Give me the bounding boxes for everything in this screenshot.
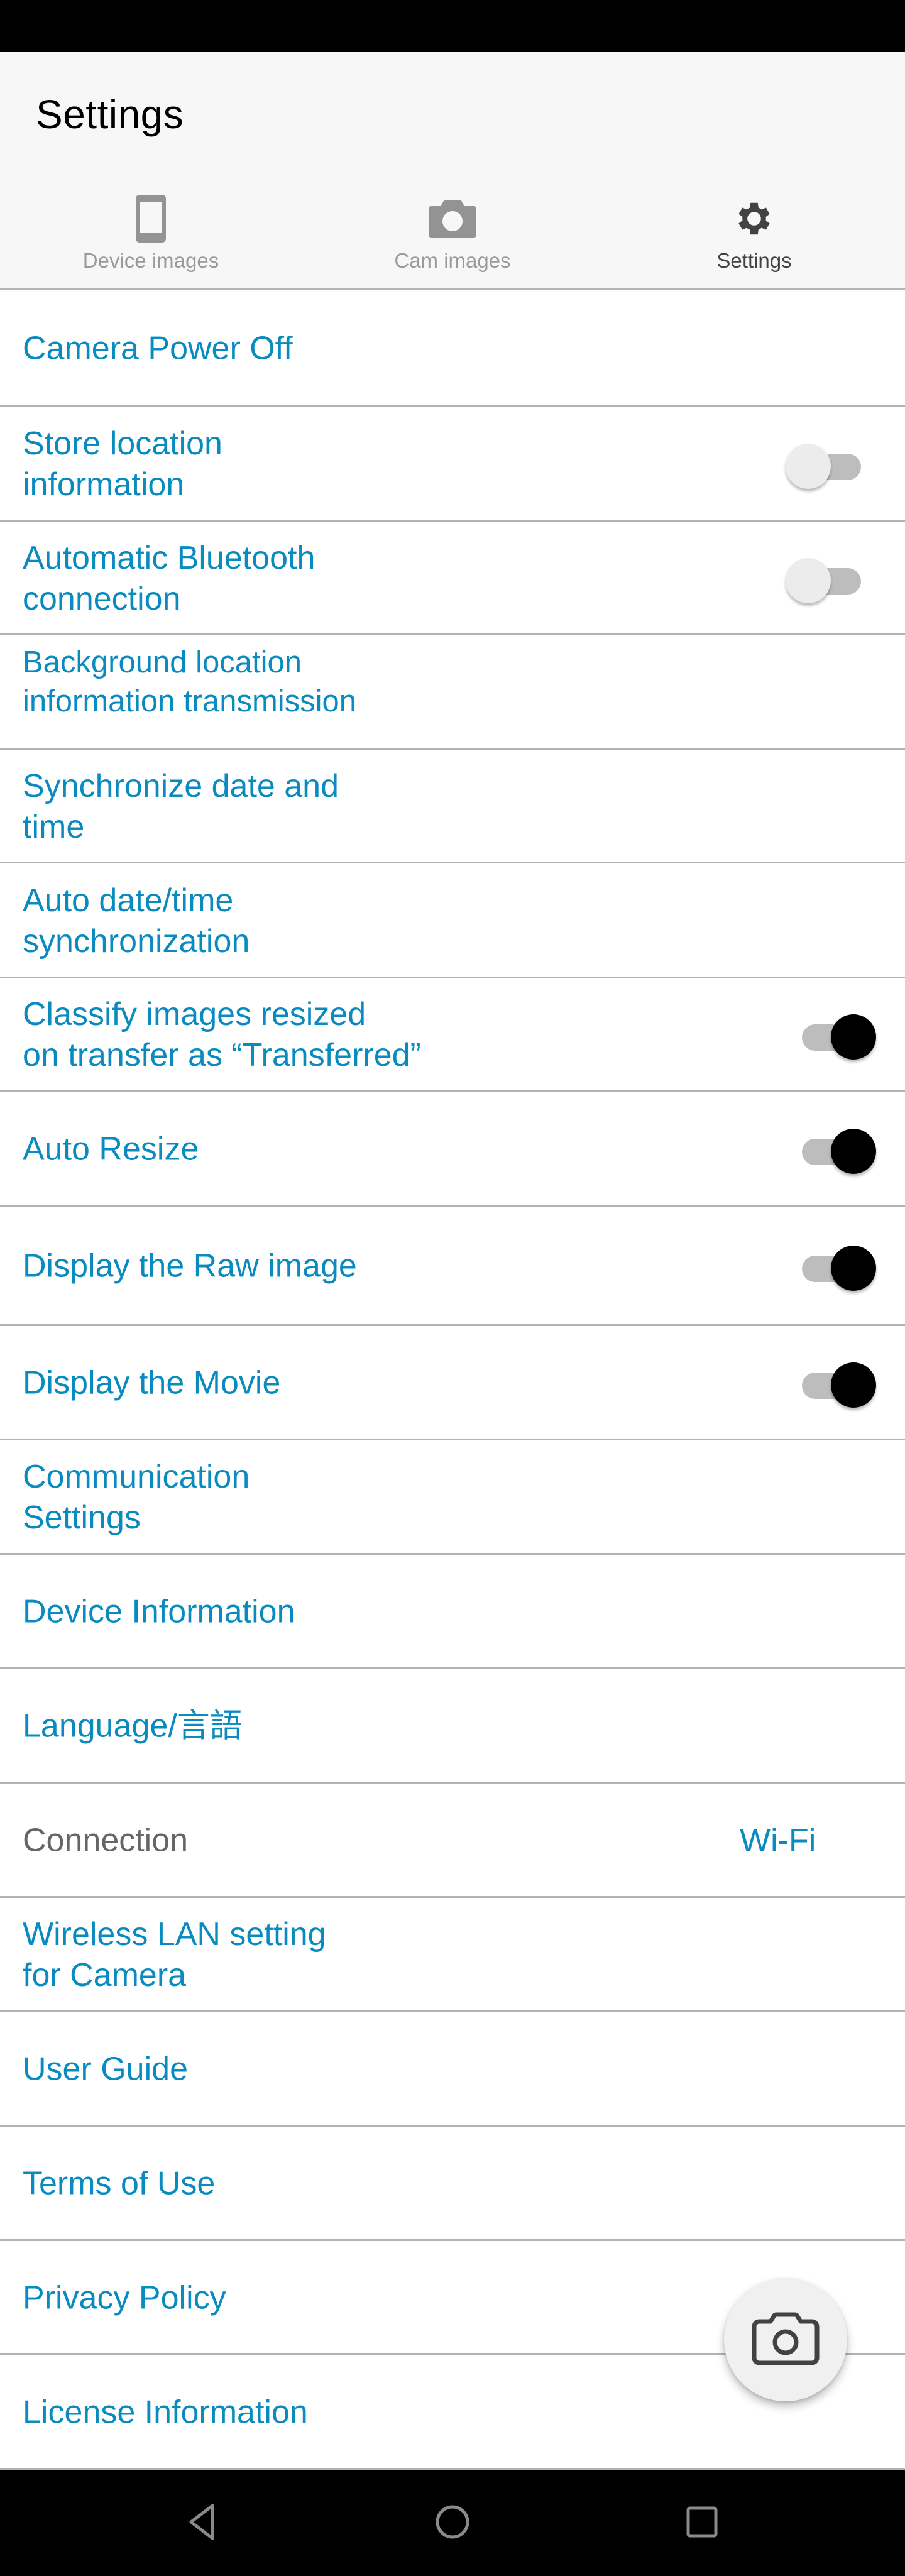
toggle-thumb [786, 443, 831, 489]
setting-label: Connection [23, 1822, 189, 1859]
setting-row-language[interactable]: Language/言語 [0, 1669, 905, 1784]
setting-row-classify-images-resized[interactable]: Classify images resized on transfer as “… [0, 978, 905, 1092]
system-navigation-bar [0, 2470, 905, 2576]
setting-label: Privacy Policy [23, 2279, 226, 2316]
toggle-thumb [831, 1362, 876, 1408]
setting-label: Terms of Use [23, 2165, 216, 2202]
setting-label: Store location information [23, 425, 222, 503]
tab-settings[interactable]: Settings [603, 184, 905, 288]
setting-row-connection[interactable]: Connection Wi-Fi [0, 1784, 905, 1898]
back-icon [187, 2503, 216, 2544]
setting-row-display-the-raw-image[interactable]: Display the Raw image [0, 1207, 905, 1326]
setting-label: Background location information transmis… [23, 645, 357, 718]
toggle-thumb [786, 557, 831, 603]
setting-row-device-information[interactable]: Device Information [0, 1555, 905, 1669]
setting-row-auto-date-time[interactable]: Auto date/time synchronization [0, 863, 905, 978]
home-icon [434, 2503, 471, 2544]
toggle-switch[interactable] [783, 1124, 876, 1175]
toggle-switch[interactable] [783, 554, 871, 604]
setting-row-terms-of-use[interactable]: Terms of Use [0, 2127, 905, 2241]
gear-icon [726, 190, 782, 247]
status-bar [0, 0, 905, 52]
toggle-thumb [831, 1128, 876, 1174]
setting-row-display-the-movie[interactable]: Display the Movie [0, 1326, 905, 1440]
setting-label: Classify images resized on transfer as “… [23, 996, 421, 1073]
tab-cam-images[interactable]: Cam images [302, 184, 603, 288]
recents-icon [686, 2506, 718, 2541]
toggle-thumb [831, 1246, 876, 1291]
setting-label: Language/言語 [23, 1707, 243, 1744]
app-header: Settings Device images Cam images Settin… [0, 52, 905, 290]
setting-label: Display the Raw image [23, 1247, 357, 1285]
tab-label: Settings [716, 249, 792, 272]
setting-label: Synchronize date and time [23, 768, 339, 845]
setting-row-store-location[interactable]: Store location information [0, 407, 905, 522]
setting-label: Camera Power Off [23, 330, 293, 366]
setting-row-user-guide[interactable]: User Guide [0, 2012, 905, 2127]
tab-label: Cam images [394, 249, 511, 272]
setting-label: User Guide [23, 2051, 188, 2087]
recents-button[interactable] [674, 2495, 730, 2551]
toggle-switch[interactable] [783, 1010, 876, 1060]
setting-row-camera-power-off[interactable]: Camera Power Off [0, 290, 905, 407]
toggle-thumb [831, 1014, 876, 1060]
setting-value: Wi-Fi [740, 1822, 816, 1859]
toggle-switch[interactable] [783, 439, 871, 490]
toggle-switch[interactable] [783, 1358, 876, 1408]
setting-row-communication[interactable]: Communication Settings [0, 1440, 905, 1555]
camera-outline-icon [751, 2311, 820, 2369]
phone-icon [123, 190, 179, 247]
setting-label: Device Information [23, 1593, 295, 1630]
setting-label: Communication Settings [23, 1459, 250, 1536]
setting-label: Automatic Bluetooth connection [23, 539, 315, 617]
setting-label: Auto date/time synchronization [23, 882, 250, 960]
page-title: Settings [36, 92, 184, 137]
setting-row-wireless-lan-setting[interactable]: Wireless LAN setting for Camera [0, 1898, 905, 2012]
setting-row-auto-resize[interactable]: Auto Resize [0, 1092, 905, 1207]
toggle-switch[interactable] [783, 1241, 876, 1291]
setting-label: Wireless LAN setting for Camera [23, 1916, 326, 1993]
tab-device-images[interactable]: Device images [0, 184, 302, 288]
home-button[interactable] [424, 2495, 481, 2551]
setting-row-synchronize-date-and[interactable]: Synchronize date and time [0, 750, 905, 863]
setting-label: License Information [23, 2394, 308, 2430]
setting-row-background-location[interactable]: Background location information transmis… [0, 635, 905, 750]
camera-icon [424, 190, 481, 247]
setting-label: Display the Movie [23, 1364, 281, 1401]
back-button[interactable] [173, 2495, 230, 2551]
camera-fab-button[interactable] [724, 2278, 847, 2401]
tab-label: Device images [82, 249, 219, 272]
setting-label: Auto Resize [23, 1131, 199, 1167]
setting-row-automatic-bluetooth[interactable]: Automatic Bluetooth connection [0, 522, 905, 635]
